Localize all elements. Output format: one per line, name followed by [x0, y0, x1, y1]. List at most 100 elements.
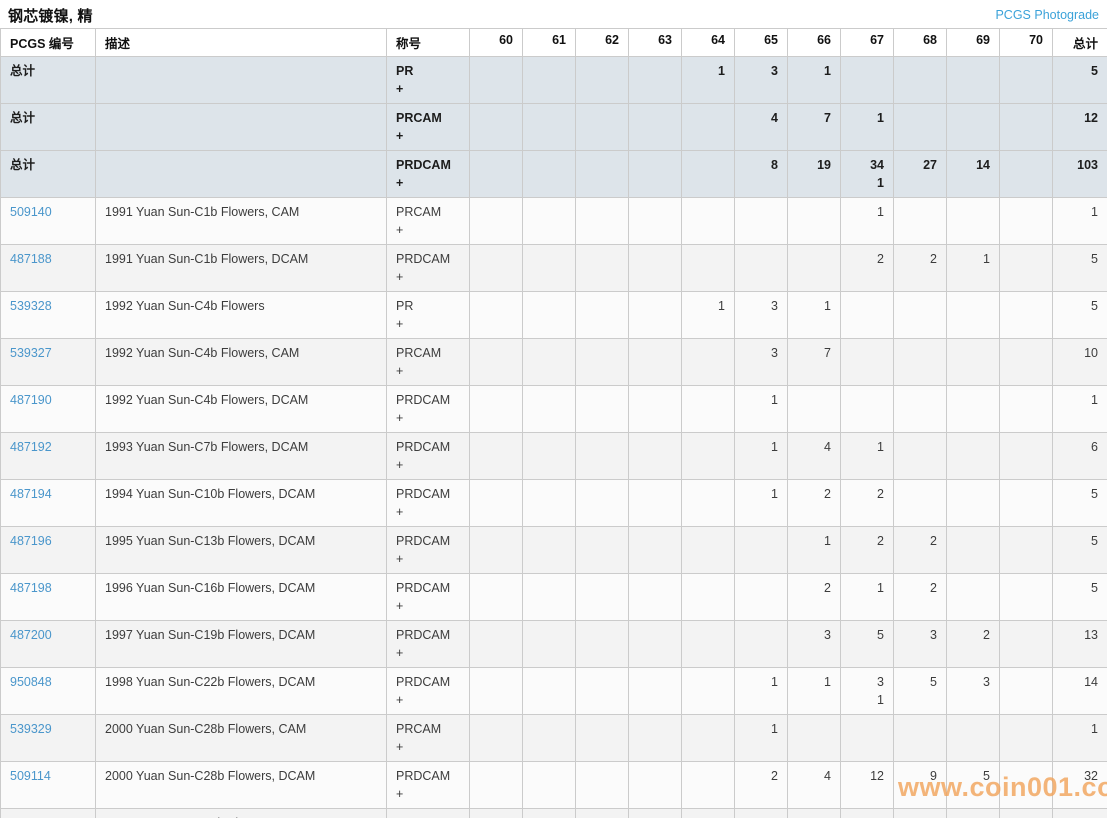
- grade-count-cell: [523, 104, 576, 151]
- grade-count-cell: 2: [894, 527, 947, 574]
- designation-cell: PRDCAM +: [387, 809, 470, 818]
- pcgs-number-cell: 950848: [1, 668, 96, 715]
- grade-count-cell: [894, 339, 947, 386]
- grade-count-cell: [682, 386, 735, 433]
- grade-count-cell: [735, 527, 788, 574]
- population-table: PCGS 编号描述称号6061626364656667686970总计 总计PR…: [0, 28, 1107, 818]
- grade-count-cell: 1: [788, 668, 841, 715]
- grade-count-cell: 1: [841, 104, 894, 151]
- pcgs-number-link[interactable]: 487192: [10, 440, 52, 454]
- row-total-cell: 1: [1053, 198, 1107, 245]
- pcgs-number-link[interactable]: 487200: [10, 628, 52, 642]
- row-total-cell: 10: [1053, 339, 1107, 386]
- grade-count-cell: [523, 198, 576, 245]
- grade-count-cell: 1: [841, 433, 894, 480]
- grade-count-cell: 1: [735, 386, 788, 433]
- grade-count-cell: 1: [947, 245, 1000, 292]
- table-row: 4871881991 Yuan Sun-C1b Flowers, DCAMPRD…: [1, 245, 1107, 292]
- grade-count-cell: 3: [735, 57, 788, 104]
- pcgs-number-link[interactable]: 539327: [10, 346, 52, 360]
- grade-count-cell: [947, 339, 1000, 386]
- pcgs-number-link[interactable]: 487196: [10, 534, 52, 548]
- grade-count-cell: 3: [947, 809, 1000, 818]
- grade-count-cell: [576, 621, 629, 668]
- grade-count-cell: [629, 198, 682, 245]
- pcgs-number-link[interactable]: 487194: [10, 487, 52, 501]
- grade-count-cell: [735, 621, 788, 668]
- grade-count-cell: [629, 809, 682, 818]
- pcgs-number-link[interactable]: 539329: [10, 722, 52, 736]
- pcgs-number-link[interactable]: 509114: [10, 769, 51, 783]
- designation-cell: PRDCAM +: [387, 433, 470, 480]
- table-row: 5091401991 Yuan Sun-C1b Flowers, CAMPRCA…: [1, 198, 1107, 245]
- grade-count-cell: [1000, 621, 1053, 668]
- grade-count-cell: [1000, 480, 1053, 527]
- table-row: 9508501999 Yuan Sun-C25b Flowers, DCAMPR…: [1, 809, 1107, 818]
- grade-count-cell: [1000, 198, 1053, 245]
- grade-count-cell: [894, 57, 947, 104]
- grade-count-cell: [470, 386, 523, 433]
- grade-count-cell: [470, 527, 523, 574]
- column-header: 68: [894, 29, 947, 57]
- grade-count-cell: [947, 715, 1000, 762]
- column-header: 61: [523, 29, 576, 57]
- grade-count-cell: 27: [894, 151, 947, 198]
- grade-count-cell: 1: [682, 57, 735, 104]
- description-cell: 1997 Yuan Sun-C19b Flowers, DCAM: [96, 621, 387, 668]
- pcgs-number-link[interactable]: 539328: [10, 299, 52, 313]
- designation-cell: PRCAM +: [387, 715, 470, 762]
- grade-count-cell: [1000, 809, 1053, 818]
- grade-count-cell: [947, 198, 1000, 245]
- grade-count-cell: [576, 715, 629, 762]
- pcgs-number-cell: 487188: [1, 245, 96, 292]
- grade-count-cell: 14: [947, 151, 1000, 198]
- grade-count-cell: 5: [947, 762, 1000, 809]
- grade-count-cell: [470, 480, 523, 527]
- grade-count-cell: [629, 292, 682, 339]
- grade-count-cell: 2: [735, 762, 788, 809]
- pcgs-number-cell: 509114: [1, 762, 96, 809]
- grade-count-cell: [894, 292, 947, 339]
- column-header: 67: [841, 29, 894, 57]
- description-cell: 1992 Yuan Sun-C4b Flowers, DCAM: [96, 386, 387, 433]
- designation-cell: PRDCAM +: [387, 480, 470, 527]
- pcgs-number-link[interactable]: 487188: [10, 252, 52, 266]
- grade-count-cell: 3: [947, 668, 1000, 715]
- grade-count-cell: [841, 57, 894, 104]
- grade-count-cell: [629, 762, 682, 809]
- pcgs-number-link[interactable]: 950848: [10, 675, 52, 689]
- designation-cell: PRDCAM +: [387, 762, 470, 809]
- designation-cell: PRCAM +: [387, 104, 470, 151]
- grade-count-cell: 1: [788, 527, 841, 574]
- grade-count-cell: [682, 433, 735, 480]
- grade-count-cell: [629, 57, 682, 104]
- pcgs-number-cell: 539329: [1, 715, 96, 762]
- grade-count-cell: 4: [788, 433, 841, 480]
- grade-count-cell: 34 1: [841, 151, 894, 198]
- pcgs-number-link[interactable]: 487190: [10, 393, 52, 407]
- grade-count-cell: [841, 386, 894, 433]
- grade-count-cell: 2: [841, 245, 894, 292]
- table-row: 4871981996 Yuan Sun-C16b Flowers, DCAMPR…: [1, 574, 1107, 621]
- grade-count-cell: [788, 245, 841, 292]
- designation-cell: PRDCAM +: [387, 245, 470, 292]
- grade-count-cell: [523, 762, 576, 809]
- grade-count-cell: [788, 198, 841, 245]
- designation-cell: PRDCAM +: [387, 527, 470, 574]
- grade-count-cell: 6: [841, 809, 894, 818]
- total-row: 总计PR +1315: [1, 57, 1107, 104]
- pcgs-number-link[interactable]: 509140: [10, 205, 52, 219]
- description-cell: 1991 Yuan Sun-C1b Flowers, CAM: [96, 198, 387, 245]
- photograde-link[interactable]: PCGS Photograde: [995, 8, 1099, 22]
- grade-count-cell: 19: [788, 151, 841, 198]
- grade-count-cell: [576, 57, 629, 104]
- grade-count-cell: 12: [841, 762, 894, 809]
- page-title: 钢芯镀镍, 精: [8, 5, 93, 26]
- pcgs-number-link[interactable]: 487198: [10, 581, 52, 595]
- grade-count-cell: [1000, 762, 1053, 809]
- grade-count-cell: [682, 245, 735, 292]
- grade-count-cell: [682, 527, 735, 574]
- grade-count-cell: [629, 386, 682, 433]
- pcgs-number-cell: 539327: [1, 339, 96, 386]
- description-cell: 1999 Yuan Sun-C25b Flowers, DCAM: [96, 809, 387, 818]
